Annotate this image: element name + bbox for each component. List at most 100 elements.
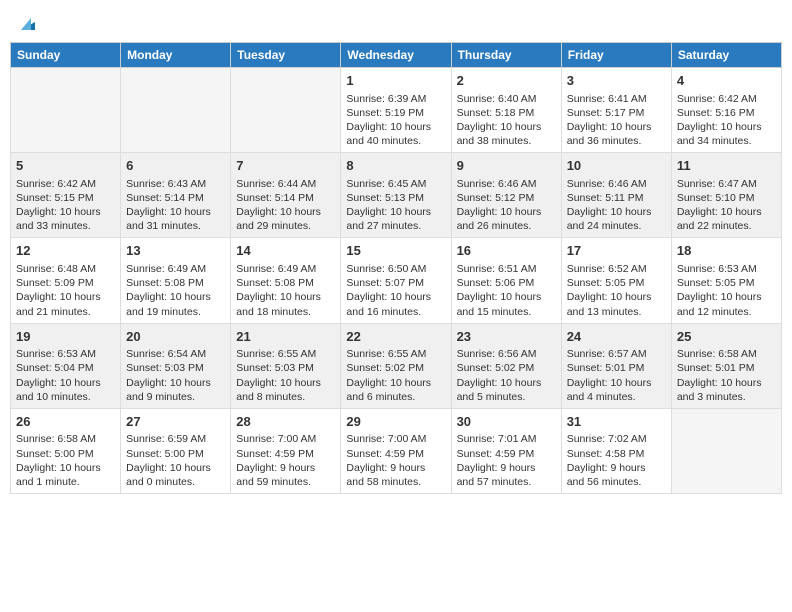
- day-info-line: Sunrise: 6:55 AM: [236, 347, 335, 361]
- calendar-day: 19Sunrise: 6:53 AMSunset: 5:04 PMDayligh…: [11, 323, 121, 408]
- day-info-line: Daylight: 10 hours: [567, 290, 666, 304]
- header-saturday: Saturday: [671, 43, 781, 68]
- day-info-line: and 57 minutes.: [457, 475, 556, 489]
- day-info-line: Daylight: 10 hours: [677, 376, 776, 390]
- day-info-line: and 10 minutes.: [16, 390, 115, 404]
- day-info-line: and 18 minutes.: [236, 305, 335, 319]
- day-info-line: and 3 minutes.: [677, 390, 776, 404]
- day-info-line: Sunrise: 6:58 AM: [16, 432, 115, 446]
- calendar-day: 5Sunrise: 6:42 AMSunset: 5:15 PMDaylight…: [11, 153, 121, 238]
- day-info-line: Sunset: 5:15 PM: [16, 191, 115, 205]
- day-info-line: Sunrise: 6:43 AM: [126, 177, 225, 191]
- day-info-line: Sunrise: 6:46 AM: [457, 177, 556, 191]
- calendar-day: 1Sunrise: 6:39 AMSunset: 5:19 PMDaylight…: [341, 68, 451, 153]
- calendar-day: 14Sunrise: 6:49 AMSunset: 5:08 PMDayligh…: [231, 238, 341, 323]
- day-info-line: Sunset: 5:16 PM: [677, 106, 776, 120]
- day-info-line: and 22 minutes.: [677, 219, 776, 233]
- day-info-line: and 1 minute.: [16, 475, 115, 489]
- calendar-week-row: 1Sunrise: 6:39 AMSunset: 5:19 PMDaylight…: [11, 68, 782, 153]
- day-info-line: and 9 minutes.: [126, 390, 225, 404]
- day-info-line: and 58 minutes.: [346, 475, 445, 489]
- day-info-line: Sunrise: 6:49 AM: [236, 262, 335, 276]
- day-number: 29: [346, 413, 445, 431]
- day-info-line: Sunrise: 6:40 AM: [457, 92, 556, 106]
- day-number: 23: [457, 328, 556, 346]
- day-info-line: and 5 minutes.: [457, 390, 556, 404]
- day-info-line: and 12 minutes.: [677, 305, 776, 319]
- day-info-line: Sunset: 4:59 PM: [457, 447, 556, 461]
- calendar-day: 20Sunrise: 6:54 AMSunset: 5:03 PMDayligh…: [121, 323, 231, 408]
- calendar-day: 31Sunrise: 7:02 AMSunset: 4:58 PMDayligh…: [561, 408, 671, 493]
- day-info-line: Sunrise: 6:42 AM: [16, 177, 115, 191]
- calendar-day: 25Sunrise: 6:58 AMSunset: 5:01 PMDayligh…: [671, 323, 781, 408]
- day-info-line: Sunrise: 6:59 AM: [126, 432, 225, 446]
- day-info-line: Daylight: 10 hours: [457, 376, 556, 390]
- day-number: 10: [567, 157, 666, 175]
- day-number: 6: [126, 157, 225, 175]
- day-number: 11: [677, 157, 776, 175]
- calendar-day: 27Sunrise: 6:59 AMSunset: 5:00 PMDayligh…: [121, 408, 231, 493]
- day-info-line: Sunrise: 6:39 AM: [346, 92, 445, 106]
- day-info-line: Sunset: 5:14 PM: [236, 191, 335, 205]
- day-number: 27: [126, 413, 225, 431]
- day-info-line: and 56 minutes.: [567, 475, 666, 489]
- day-info-line: Sunset: 4:59 PM: [236, 447, 335, 461]
- day-info-line: Sunset: 5:18 PM: [457, 106, 556, 120]
- day-info-line: Daylight: 10 hours: [346, 120, 445, 134]
- day-info-line: Sunset: 5:07 PM: [346, 276, 445, 290]
- day-info-line: Daylight: 10 hours: [126, 376, 225, 390]
- day-number: 26: [16, 413, 115, 431]
- day-info-line: Sunrise: 7:02 AM: [567, 432, 666, 446]
- day-info-line: Daylight: 9 hours: [236, 461, 335, 475]
- day-info-line: Daylight: 10 hours: [567, 376, 666, 390]
- day-info-line: and 29 minutes.: [236, 219, 335, 233]
- header-tuesday: Tuesday: [231, 43, 341, 68]
- calendar-day: 28Sunrise: 7:00 AMSunset: 4:59 PMDayligh…: [231, 408, 341, 493]
- day-info-line: and 36 minutes.: [567, 134, 666, 148]
- calendar-day: [231, 68, 341, 153]
- day-info-line: Sunset: 5:02 PM: [457, 361, 556, 375]
- day-info-line: Sunset: 5:00 PM: [16, 447, 115, 461]
- day-info-line: and 34 minutes.: [677, 134, 776, 148]
- day-number: 15: [346, 242, 445, 260]
- logo-icon: [17, 12, 39, 34]
- day-info-line: and 15 minutes.: [457, 305, 556, 319]
- calendar-table: SundayMondayTuesdayWednesdayThursdayFrid…: [10, 42, 782, 494]
- calendar-week-row: 5Sunrise: 6:42 AMSunset: 5:15 PMDaylight…: [11, 153, 782, 238]
- day-number: 18: [677, 242, 776, 260]
- day-info-line: Sunrise: 6:51 AM: [457, 262, 556, 276]
- day-number: 8: [346, 157, 445, 175]
- day-info-line: Sunrise: 6:52 AM: [567, 262, 666, 276]
- calendar-day: 22Sunrise: 6:55 AMSunset: 5:02 PMDayligh…: [341, 323, 451, 408]
- calendar-day: 7Sunrise: 6:44 AMSunset: 5:14 PMDaylight…: [231, 153, 341, 238]
- calendar-week-row: 26Sunrise: 6:58 AMSunset: 5:00 PM Dayligh…: [11, 408, 782, 493]
- day-info-line: and 19 minutes.: [126, 305, 225, 319]
- calendar-day: 23Sunrise: 6:56 AMSunset: 5:02 PMDayligh…: [451, 323, 561, 408]
- day-info-line: Sunrise: 6:56 AM: [457, 347, 556, 361]
- day-info-line: Daylight: 10 hours: [457, 205, 556, 219]
- day-number: 16: [457, 242, 556, 260]
- day-info-line: Daylight: 10 hours: [567, 205, 666, 219]
- calendar-day: [671, 408, 781, 493]
- day-number: 12: [16, 242, 115, 260]
- calendar-week-row: 19Sunrise: 6:53 AMSunset: 5:04 PMDayligh…: [11, 323, 782, 408]
- day-info-line: Sunset: 4:59 PM: [346, 447, 445, 461]
- day-info-line: Daylight: 10 hours: [457, 120, 556, 134]
- day-info-line: Daylight: 10 hours: [677, 205, 776, 219]
- day-number: 7: [236, 157, 335, 175]
- day-info-line: Sunrise: 6:44 AM: [236, 177, 335, 191]
- day-info-line: Daylight: 9 hours: [567, 461, 666, 475]
- day-info-line: Daylight: 10 hours: [16, 290, 115, 304]
- calendar-day: 2Sunrise: 6:40 AMSunset: 5:18 PMDaylight…: [451, 68, 561, 153]
- day-info-line: and 27 minutes.: [346, 219, 445, 233]
- day-number: 31: [567, 413, 666, 431]
- day-info-line: Daylight: 10 hours: [567, 120, 666, 134]
- page-header: [10, 10, 782, 34]
- header-monday: Monday: [121, 43, 231, 68]
- day-info-line: and 26 minutes.: [457, 219, 556, 233]
- day-number: 30: [457, 413, 556, 431]
- day-info-line: and 6 minutes.: [346, 390, 445, 404]
- day-info-line: Sunrise: 6:49 AM: [126, 262, 225, 276]
- calendar-day: 10Sunrise: 6:46 AMSunset: 5:11 PMDayligh…: [561, 153, 671, 238]
- day-info-line: Daylight: 10 hours: [677, 290, 776, 304]
